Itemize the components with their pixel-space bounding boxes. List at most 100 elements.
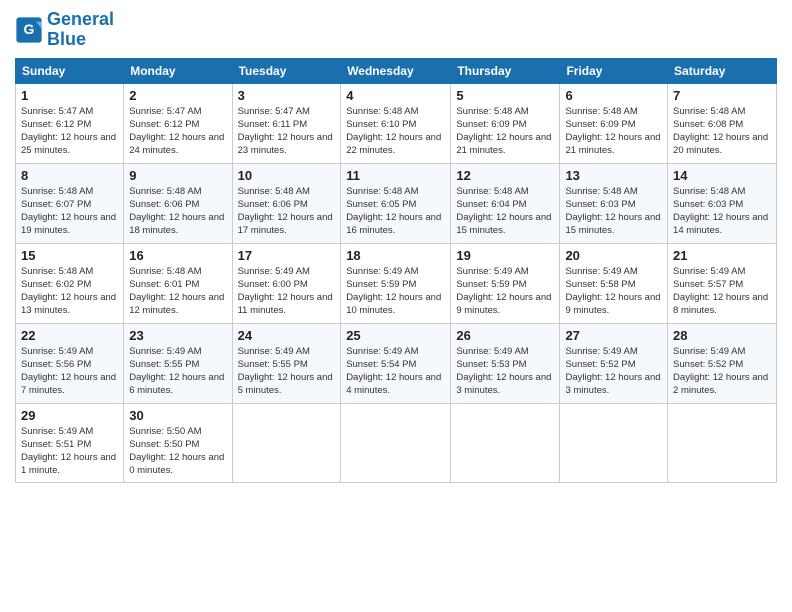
day-info: Sunrise: 5:48 AMSunset: 6:02 PMDaylight:… xyxy=(21,265,118,318)
day-info: Sunrise: 5:49 AMSunset: 5:55 PMDaylight:… xyxy=(238,345,336,398)
calendar-cell: 2 Sunrise: 5:47 AMSunset: 6:12 PMDaylight… xyxy=(124,83,232,163)
calendar-cell xyxy=(341,403,451,482)
week-row-3: 15 Sunrise: 5:48 AMSunset: 6:02 PMDayligh… xyxy=(16,243,777,323)
day-info: Sunrise: 5:49 AMSunset: 6:00 PMDaylight:… xyxy=(238,265,336,318)
svg-text:G: G xyxy=(24,21,35,37)
calendar-cell: 18 Sunrise: 5:49 AMSunset: 5:59 PMDayligh… xyxy=(341,243,451,323)
calendar-cell: 12 Sunrise: 5:48 AMSunset: 6:04 PMDayligh… xyxy=(451,163,560,243)
day-info: Sunrise: 5:48 AMSunset: 6:01 PMDaylight:… xyxy=(129,265,226,318)
day-number: 30 xyxy=(129,408,226,423)
calendar-cell xyxy=(232,403,341,482)
day-number: 4 xyxy=(346,88,445,103)
day-info: Sunrise: 5:48 AMSunset: 6:08 PMDaylight:… xyxy=(673,105,771,158)
day-number: 28 xyxy=(673,328,771,343)
calendar-cell: 11 Sunrise: 5:48 AMSunset: 6:05 PMDayligh… xyxy=(341,163,451,243)
day-info: Sunrise: 5:48 AMSunset: 6:03 PMDaylight:… xyxy=(565,185,662,238)
day-number: 13 xyxy=(565,168,662,183)
calendar-cell: 5 Sunrise: 5:48 AMSunset: 6:09 PMDaylight… xyxy=(451,83,560,163)
day-number: 16 xyxy=(129,248,226,263)
week-row-4: 22 Sunrise: 5:49 AMSunset: 5:56 PMDayligh… xyxy=(16,323,777,403)
logo: G General Blue xyxy=(15,10,114,50)
calendar-table: SundayMondayTuesdayWednesdayThursdayFrid… xyxy=(15,58,777,483)
day-number: 19 xyxy=(456,248,554,263)
day-number: 9 xyxy=(129,168,226,183)
day-number: 25 xyxy=(346,328,445,343)
day-info: Sunrise: 5:48 AMSunset: 6:04 PMDaylight:… xyxy=(456,185,554,238)
day-number: 2 xyxy=(129,88,226,103)
day-number: 20 xyxy=(565,248,662,263)
week-row-2: 8Sunrise: 5:48 AMSunset: 6:07 PMDaylight… xyxy=(16,163,777,243)
logo-icon: G xyxy=(15,16,43,44)
calendar-cell: 26Sunrise: 5:49 AMSunset: 5:53 PMDayligh… xyxy=(451,323,560,403)
calendar-cell: 3 Sunrise: 5:47 AMSunset: 6:11 PMDaylight… xyxy=(232,83,341,163)
day-info: Sunrise: 5:49 AMSunset: 5:53 PMDaylight:… xyxy=(456,345,554,398)
day-info: Sunrise: 5:49 AMSunset: 5:59 PMDaylight:… xyxy=(456,265,554,318)
calendar-cell: 28Sunrise: 5:49 AMSunset: 5:52 PMDayligh… xyxy=(668,323,777,403)
day-info: Sunrise: 5:48 AMSunset: 6:06 PMDaylight:… xyxy=(129,185,226,238)
calendar-cell: 10 Sunrise: 5:48 AMSunset: 6:06 PMDayligh… xyxy=(232,163,341,243)
day-info: Sunrise: 5:48 AMSunset: 6:10 PMDaylight:… xyxy=(346,105,445,158)
calendar-cell: 13 Sunrise: 5:48 AMSunset: 6:03 PMDayligh… xyxy=(560,163,668,243)
day-info: Sunrise: 5:47 AMSunset: 6:11 PMDaylight:… xyxy=(238,105,336,158)
day-number: 6 xyxy=(565,88,662,103)
day-info: Sunrise: 5:49 AMSunset: 5:57 PMDaylight:… xyxy=(673,265,771,318)
day-number: 14 xyxy=(673,168,771,183)
calendar-cell: 23 Sunrise: 5:49 AMSunset: 5:55 PMDayligh… xyxy=(124,323,232,403)
day-info: Sunrise: 5:50 AMSunset: 5:50 PMDaylight:… xyxy=(129,425,226,478)
day-info: Sunrise: 5:47 AMSunset: 6:12 PMDaylight:… xyxy=(129,105,226,158)
calendar-cell: 25 Sunrise: 5:49 AMSunset: 5:54 PMDayligh… xyxy=(341,323,451,403)
calendar-cell: 9 Sunrise: 5:48 AMSunset: 6:06 PMDaylight… xyxy=(124,163,232,243)
calendar-cell xyxy=(451,403,560,482)
dow-header-monday: Monday xyxy=(124,58,232,83)
day-number: 11 xyxy=(346,168,445,183)
calendar-cell: 30 Sunrise: 5:50 AMSunset: 5:50 PMDayligh… xyxy=(124,403,232,482)
calendar-cell: 16 Sunrise: 5:48 AMSunset: 6:01 PMDayligh… xyxy=(124,243,232,323)
day-info: Sunrise: 5:48 AMSunset: 6:09 PMDaylight:… xyxy=(456,105,554,158)
day-info: Sunrise: 5:48 AMSunset: 6:06 PMDaylight:… xyxy=(238,185,336,238)
calendar-cell: 27 Sunrise: 5:49 AMSunset: 5:52 PMDayligh… xyxy=(560,323,668,403)
day-number: 27 xyxy=(565,328,662,343)
day-info: Sunrise: 5:49 AMSunset: 5:55 PMDaylight:… xyxy=(129,345,226,398)
day-number: 18 xyxy=(346,248,445,263)
calendar-cell: 7 Sunrise: 5:48 AMSunset: 6:08 PMDaylight… xyxy=(668,83,777,163)
day-info: Sunrise: 5:49 AMSunset: 5:51 PMDaylight:… xyxy=(21,425,118,478)
dow-header-friday: Friday xyxy=(560,58,668,83)
calendar-body: 1 Sunrise: 5:47 AMSunset: 6:12 PMDaylight… xyxy=(16,83,777,482)
day-number: 10 xyxy=(238,168,336,183)
day-number: 3 xyxy=(238,88,336,103)
day-number: 23 xyxy=(129,328,226,343)
calendar-cell: 4 Sunrise: 5:48 AMSunset: 6:10 PMDaylight… xyxy=(341,83,451,163)
calendar-cell: 8Sunrise: 5:48 AMSunset: 6:07 PMDaylight… xyxy=(16,163,124,243)
calendar-cell xyxy=(560,403,668,482)
days-of-week-row: SundayMondayTuesdayWednesdayThursdayFrid… xyxy=(16,58,777,83)
day-info: Sunrise: 5:48 AMSunset: 6:05 PMDaylight:… xyxy=(346,185,445,238)
calendar-page: G General Blue SundayMondayTuesdayWednes… xyxy=(0,0,792,612)
dow-header-saturday: Saturday xyxy=(668,58,777,83)
day-info: Sunrise: 5:49 AMSunset: 5:54 PMDaylight:… xyxy=(346,345,445,398)
dow-header-wednesday: Wednesday xyxy=(341,58,451,83)
calendar-cell: 17Sunrise: 5:49 AMSunset: 6:00 PMDayligh… xyxy=(232,243,341,323)
day-number: 15 xyxy=(21,248,118,263)
calendar-cell: 6 Sunrise: 5:48 AMSunset: 6:09 PMDaylight… xyxy=(560,83,668,163)
day-info: Sunrise: 5:49 AMSunset: 5:59 PMDaylight:… xyxy=(346,265,445,318)
day-number: 22 xyxy=(21,328,118,343)
header: G General Blue xyxy=(15,10,777,50)
dow-header-thursday: Thursday xyxy=(451,58,560,83)
day-info: Sunrise: 5:49 AMSunset: 5:58 PMDaylight:… xyxy=(565,265,662,318)
calendar-cell: 20 Sunrise: 5:49 AMSunset: 5:58 PMDayligh… xyxy=(560,243,668,323)
day-info: Sunrise: 5:49 AMSunset: 5:56 PMDaylight:… xyxy=(21,345,118,398)
day-number: 8 xyxy=(21,168,118,183)
day-info: Sunrise: 5:48 AMSunset: 6:03 PMDaylight:… xyxy=(673,185,771,238)
day-number: 7 xyxy=(673,88,771,103)
day-number: 5 xyxy=(456,88,554,103)
day-info: Sunrise: 5:48 AMSunset: 6:09 PMDaylight:… xyxy=(565,105,662,158)
calendar-cell xyxy=(668,403,777,482)
day-number: 1 xyxy=(21,88,118,103)
day-info: Sunrise: 5:47 AMSunset: 6:12 PMDaylight:… xyxy=(21,105,118,158)
calendar-cell: 19 Sunrise: 5:49 AMSunset: 5:59 PMDayligh… xyxy=(451,243,560,323)
day-info: Sunrise: 5:49 AMSunset: 5:52 PMDaylight:… xyxy=(565,345,662,398)
day-number: 12 xyxy=(456,168,554,183)
week-row-5: 29Sunrise: 5:49 AMSunset: 5:51 PMDayligh… xyxy=(16,403,777,482)
day-number: 21 xyxy=(673,248,771,263)
day-number: 24 xyxy=(238,328,336,343)
